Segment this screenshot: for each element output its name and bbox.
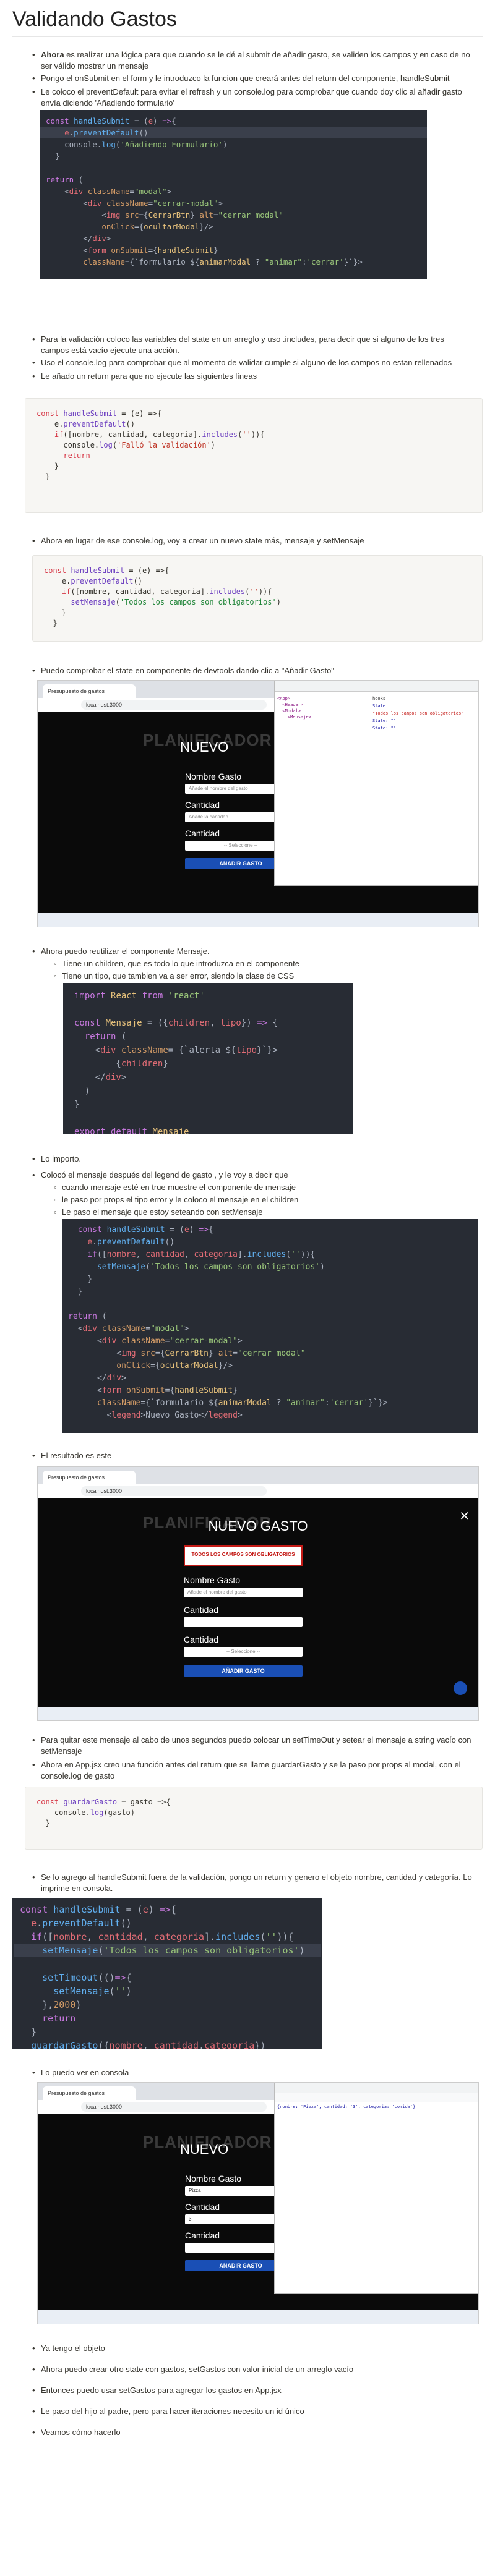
list-item: Para quitar este mensaje al cabo de unos… — [32, 1735, 474, 1757]
label-nombre: Nombre Gasto — [185, 2174, 242, 2183]
list-item: Lo puedo ver en consola — [32, 2067, 474, 2078]
os-taskbar — [38, 913, 478, 927]
input-nombre[interactable]: Añade el nombre del gasto — [184, 1588, 303, 1597]
bold-text: Ahora — [41, 50, 64, 59]
list-item: Veamos cómo hacerlo — [32, 2427, 474, 2438]
label-categoria: Cantidad — [185, 2230, 220, 2240]
input-cantidad[interactable] — [184, 1617, 303, 1627]
console-output: {nombre: 'Pizza', cantidad: '3', categor… — [277, 2104, 416, 2109]
os-taskbar — [38, 1707, 478, 1720]
code-block: const handleSubmit = (e) =>{ e.preventDe… — [40, 110, 427, 279]
code-block: const guardarGasto = gasto =>{ console.l… — [25, 1787, 483, 1850]
devtools-state: hooks State "Todos los campos son obliga… — [372, 696, 464, 731]
list-item: cuando mensaje esté en true muestre el c… — [54, 1182, 470, 1193]
code-block: const handleSubmit = (e) =>{ e.preventDe… — [32, 555, 483, 642]
list-item: Puedo comprobar el state en componente d… — [32, 665, 474, 676]
devtools-state-value: State — [372, 704, 386, 708]
label-categoria: Cantidad — [184, 1634, 219, 1644]
list-item: Ahora es realizar una lógica para que cu… — [32, 49, 474, 72]
modal-title: NUEVO GASTO — [208, 1518, 308, 1534]
devtools-console: {nombre: 'Pizza', cantidad: '3', categor… — [274, 2083, 478, 2294]
list-item: El resultado es este — [32, 1450, 474, 1461]
add-expense-button[interactable]: AÑADIR GASTO — [184, 1665, 303, 1677]
label-cantidad: Cantidad — [184, 1605, 219, 1615]
list-item-text: es realizar una lógica para que cuando s… — [41, 50, 470, 70]
os-taskbar — [38, 2310, 478, 2324]
list-item: Lo importo. — [32, 1154, 474, 1165]
list-item: Se lo agrego al handleSubmit fuera de la… — [32, 1872, 474, 1894]
label-nombre: Nombre Gasto — [184, 1575, 241, 1585]
list-item: Le paso del hijo al padre, pero para hac… — [32, 2406, 474, 2417]
list-item: Ahora en lugar de ese console.log, voy a… — [32, 535, 474, 546]
screenshot-console: Presupuesto de gastos localhost:3000 PLA… — [37, 2082, 479, 2324]
devtools-toolbar — [275, 681, 478, 692]
code-block: import React from 'react' const Mensaje … — [63, 983, 353, 1134]
list-item: Tiene un tipo, que tambien va a ser erro… — [54, 971, 470, 982]
devtools-tree: <App> <Header> <Modal> <Mensaje> — [275, 691, 368, 885]
label-cantidad: Cantidad — [185, 2202, 220, 2212]
browser-tab: Presupuesto de gastos — [43, 2086, 136, 2100]
select-categoria[interactable]: -- Seleccione -- — [184, 1647, 303, 1657]
browser-tabbar: Presupuesto de gastos — [38, 1467, 478, 1484]
list-item: Colocó el mensaje después del legend de … — [32, 1170, 474, 1181]
devtools-toolbar — [275, 2083, 478, 2094]
list-item: Le añado un return para que no ejecute l… — [32, 371, 474, 382]
code-block: const handleSubmit = (e) =>{ e.preventDe… — [25, 398, 483, 513]
list-item: Le coloco el preventDefault para evitar … — [32, 87, 474, 109]
list-item: Tiene un children, que es todo lo que in… — [54, 958, 470, 969]
list-item: Pongo el onSubmit en el form y le introd… — [32, 73, 474, 84]
code-block: const handleSubmit = (e) =>{ e.preventDe… — [62, 1219, 478, 1433]
list-item: le paso por props el tipo error y le col… — [54, 1194, 470, 1205]
error-alert: TODOS LOS CAMPOS SON OBLIGATORIOS — [184, 1545, 303, 1566]
code-block: const handleSubmit = (e) =>{ e.preventDe… — [12, 1898, 322, 2049]
list-item: Ahora puedo reutilizar el componente Men… — [32, 946, 474, 957]
devtools-state-value: "Todos los campos son obligatorios" — [372, 711, 464, 716]
page-title: Validando Gastos — [12, 7, 483, 37]
list-item: Ya tengo el objeto — [32, 2343, 474, 2354]
close-icon[interactable]: ✕ — [459, 1508, 470, 1524]
devtools-panel: <App> <Header> <Modal> <Mensaje> hooks S… — [274, 681, 478, 886]
browser-tab: Presupuesto de gastos — [43, 1471, 136, 1484]
label-cantidad: Cantidad — [185, 800, 220, 810]
label-nombre: Nombre Gasto — [185, 772, 242, 781]
list-item: Para la validación coloco las variables … — [32, 334, 474, 356]
url-bar: localhost:3000 — [81, 2102, 267, 2112]
add-icon[interactable] — [454, 1681, 467, 1695]
list-item: Entonces puedo usar setGastos para agreg… — [32, 2385, 474, 2396]
modal-title: NUEVO — [180, 739, 229, 755]
modal-overlay: PLANIFICADOR NUEVO GASTO ✕ TODOS LOS CAM… — [38, 1498, 478, 1707]
url-bar: localhost:3000 — [81, 1486, 267, 1496]
browser-tab: Presupuesto de gastos — [43, 684, 136, 698]
list-item: Ahora en App.jsx creo una función antes … — [32, 1759, 474, 1782]
document-page: Validando Gastos Ahora es realizar una l… — [0, 0, 495, 2576]
screenshot-error-message: Presupuesto de gastos localhost:3000 PLA… — [37, 1466, 479, 1721]
modal-title: NUEVO — [180, 2141, 229, 2157]
url-bar: localhost:3000 — [81, 700, 267, 710]
label-categoria: Cantidad — [185, 828, 220, 838]
list-item: Le paso el mensaje que estoy seteando co… — [54, 1207, 470, 1218]
devtools-state-label: hooks — [372, 696, 386, 701]
devtools-tabs — [275, 2093, 478, 2102]
screenshot-devtools: Presupuesto de gastos localhost:3000 PLA… — [37, 680, 479, 927]
list-item: Ahora puedo crear otro state con gastos,… — [32, 2364, 474, 2375]
browser-toolbar: localhost:3000 — [38, 1484, 478, 1498]
list-item: Uso el console.log para comprobar que al… — [32, 357, 474, 368]
